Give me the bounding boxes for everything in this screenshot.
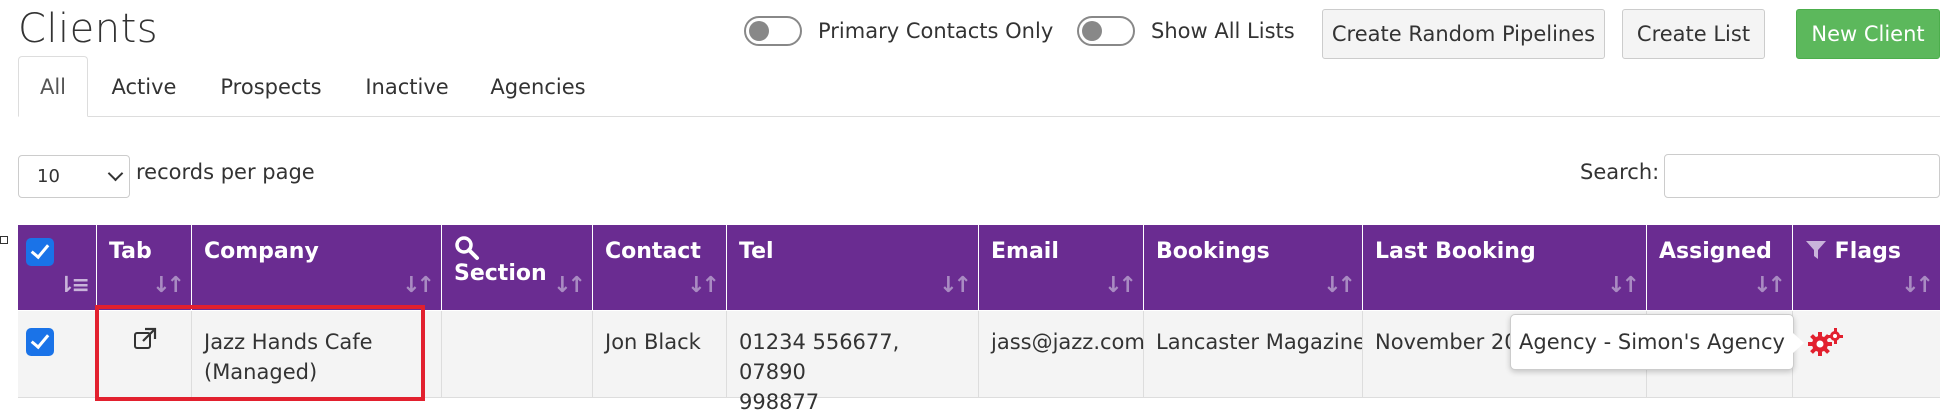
header-bookings[interactable]: Bookings ↓↑: [1144, 225, 1363, 310]
header-contact[interactable]: Contact ↓↑: [593, 225, 727, 310]
tel-line: 998877: [739, 390, 820, 414]
records-per-page-label: records per page: [136, 160, 315, 184]
header-flags[interactable]: Flags ↓↑: [1793, 225, 1940, 310]
toggle-knob: [749, 21, 769, 41]
header-tab-label: Tab: [109, 239, 152, 264]
chevron-down-icon: [107, 165, 124, 182]
highlight-box: [95, 305, 425, 401]
header-last-booking-label: Last Booking: [1375, 239, 1536, 264]
show-all-lists-toggle[interactable]: [1077, 16, 1135, 46]
tel-line: 01234 556677, 07890: [739, 330, 900, 384]
header-flags-label: Flags: [1834, 239, 1901, 264]
header-bookings-label: Bookings: [1156, 239, 1270, 264]
filter-icon[interactable]: [1805, 239, 1827, 261]
agency-tooltip: Agency - Simon's Agency: [1510, 314, 1804, 370]
row-checkbox[interactable]: [26, 328, 54, 356]
header-assigned[interactable]: Assigned ↓↑: [1647, 225, 1793, 310]
header-select-all: ⇂≡: [18, 225, 97, 310]
sort-icon[interactable]: ↓↑: [553, 273, 586, 298]
sort-icon[interactable]: ↓↑: [1323, 273, 1356, 298]
header-tel[interactable]: Tel ↓↑: [727, 225, 979, 310]
records-per-page-value: 10: [37, 166, 60, 187]
sort-icon[interactable]: ↓↑: [1901, 273, 1934, 298]
sort-icon[interactable]: ↓↑: [687, 273, 720, 298]
tab-agencies[interactable]: Agencies: [480, 56, 596, 117]
header-tab[interactable]: Tab ↓↑: [97, 225, 192, 310]
new-client-button[interactable]: New Client: [1796, 9, 1940, 59]
header-email[interactable]: Email ↓↑: [979, 225, 1144, 310]
primary-contacts-label: Primary Contacts Only: [818, 19, 1054, 43]
sort-icon[interactable]: ↓↑: [152, 273, 185, 298]
tab-inactive[interactable]: Inactive: [356, 56, 458, 117]
toggle-knob: [1082, 21, 1102, 41]
email-cell: jass@jazz.com: [979, 311, 1145, 397]
sort-icon[interactable]: ↓↑: [1104, 273, 1137, 298]
header-email-label: Email: [991, 239, 1059, 264]
header-company[interactable]: Company ↓↑: [192, 225, 442, 310]
header-last-booking[interactable]: Last Booking ↓↑: [1363, 225, 1647, 310]
gears-icon[interactable]: [1807, 327, 1843, 357]
search-label: Search:: [1580, 160, 1660, 184]
show-all-lists-label: Show All Lists: [1151, 19, 1295, 43]
header-company-label: Company: [204, 239, 319, 264]
contact-cell: Jon Black: [593, 311, 727, 397]
create-list-button[interactable]: Create List: [1622, 9, 1765, 59]
sort-icon[interactable]: ↓↑: [939, 273, 972, 298]
header-assigned-label: Assigned: [1659, 239, 1772, 264]
records-per-page-select[interactable]: 10: [18, 155, 130, 198]
stray-box: [0, 236, 8, 244]
header-contact-label: Contact: [605, 239, 701, 264]
header-tel-label: Tel: [739, 239, 774, 264]
section-cell: [442, 311, 593, 397]
header-section[interactable]: Section ↓↑: [442, 225, 593, 310]
create-random-pipelines-button[interactable]: Create Random Pipelines: [1322, 9, 1605, 59]
row-select-cell: [18, 311, 97, 397]
tab-active[interactable]: Active: [100, 56, 188, 117]
search-input[interactable]: [1664, 154, 1940, 198]
sort-icon[interactable]: ↓↑: [1607, 273, 1640, 298]
header-section-label: Section: [454, 261, 547, 286]
tab-prospects[interactable]: Prospects: [206, 56, 336, 117]
tab-all[interactable]: All: [18, 56, 88, 117]
flags-cell: [1793, 311, 1940, 397]
search-icon[interactable]: [454, 235, 480, 261]
page-title: Clients: [18, 6, 159, 52]
sort-icon[interactable]: ↓↑: [402, 273, 435, 298]
sort-icon[interactable]: ↓↑: [1753, 273, 1786, 298]
select-all-checkbox[interactable]: [26, 238, 54, 266]
sort-icon[interactable]: ⇂≡: [57, 273, 90, 298]
primary-contacts-toggle[interactable]: [744, 16, 802, 46]
tel-cell: 01234 556677, 07890 998877: [727, 311, 979, 414]
bookings-cell: Lancaster Magazine: [1144, 311, 1363, 397]
